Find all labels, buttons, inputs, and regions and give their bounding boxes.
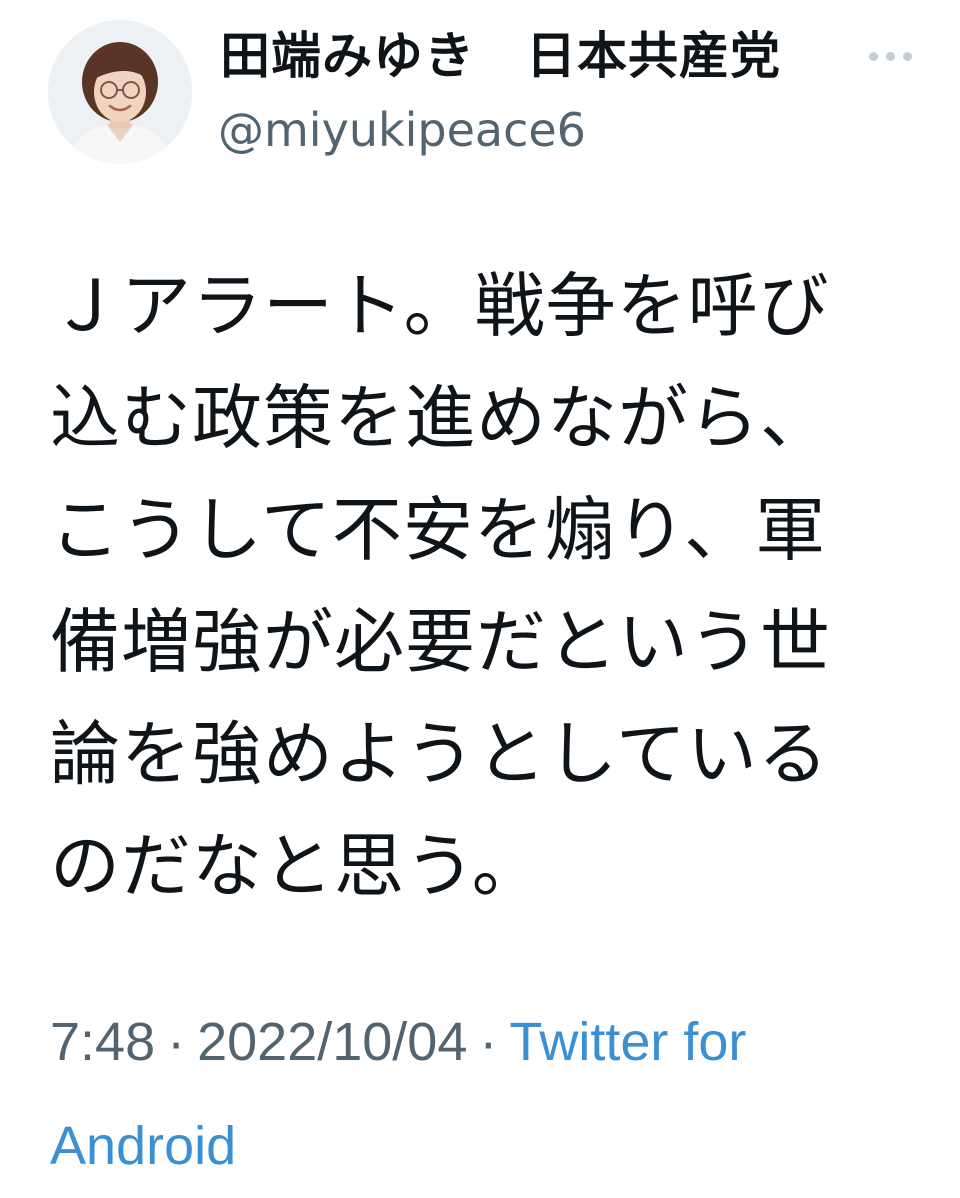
more-options-icon[interactable] — [858, 34, 922, 78]
tweet-text-line: 論を強めようとしている — [50, 713, 829, 795]
tweet-card: 田端みゆき 日本共産党 @miyukipeace6 Ｊアラート。戦争を呼び 込む… — [0, 0, 960, 1176]
tweet-text-line: Ｊアラート。戦争を呼び — [50, 265, 830, 347]
avatar-photo — [48, 20, 192, 164]
tweet-text-line: 込む政策を進めながら、 — [50, 377, 831, 459]
meta-separator: · — [479, 1012, 498, 1072]
tweet-date[interactable]: 2022/10/04 — [197, 1012, 467, 1072]
meta-separator: · — [167, 1012, 186, 1072]
avatar[interactable] — [48, 20, 192, 164]
tweet-text-line: 備増強が必要だという世 — [50, 601, 831, 683]
tweet-text-line: のだなと思う。 — [50, 825, 543, 907]
tweet-text-line: こうして不安を煽り、軍 — [50, 489, 827, 571]
tweet-text: Ｊアラート。戦争を呼び 込む政策を進めながら、 こうして不安を煽り、軍 備増強が… — [50, 250, 930, 922]
tweet-time[interactable]: 7:48 — [50, 1012, 155, 1072]
tweet-metadata: 7:48 · 2022/10/04 · Twitter for Android — [50, 990, 930, 1198]
author-handle[interactable]: @miyukipeace6 — [218, 100, 586, 160]
author-display-name[interactable]: 田端みゆき 日本共産党 — [220, 24, 781, 88]
